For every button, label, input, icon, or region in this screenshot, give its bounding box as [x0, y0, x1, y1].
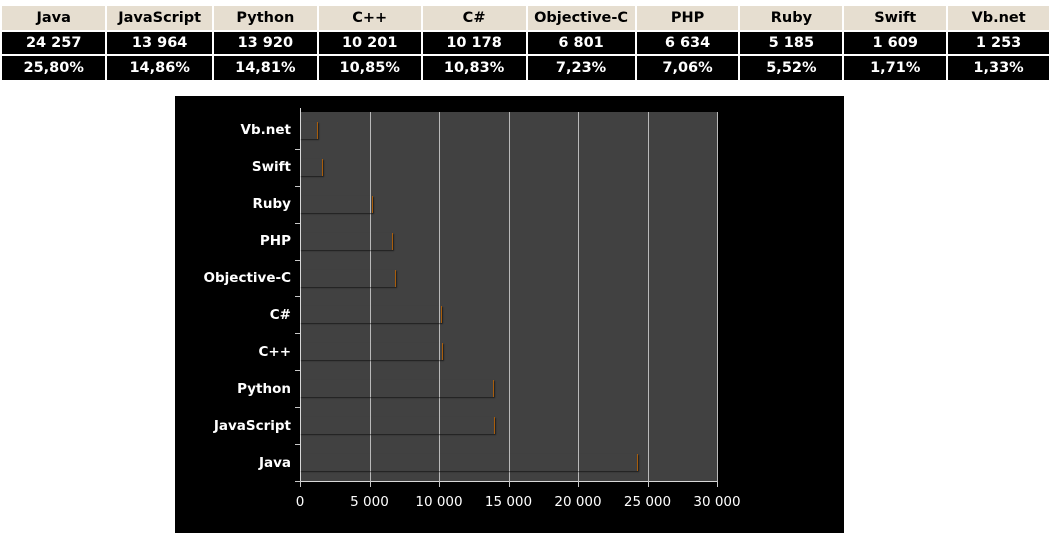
y-axis-category-label: JavaScript: [213, 417, 291, 434]
language-stats-table: Java JavaScript Python C++ C# Objective-…: [0, 3, 1051, 83]
y-axis-category-label: Swift: [251, 159, 291, 176]
bar-row: Swift: [252, 149, 717, 187]
y-axis-tick: [295, 370, 300, 372]
plot-area: Java JavaScript Python C++ C# Objective-C PHP R…: [204, 108, 741, 510]
table-count-row: 24 257 13 964 13 920 10 201 10 178 6 801…: [0, 30, 1051, 56]
bar[interactable]: [300, 417, 496, 435]
x-axis-tick: [578, 481, 579, 487]
x-axis-tick-label: 10 000: [415, 494, 463, 510]
table-header-row: Java JavaScript Python C++ C# Objective-…: [0, 3, 1051, 32]
bar[interactable]: [300, 454, 639, 472]
table-percent-cell: 1,33%: [946, 54, 1051, 83]
bar[interactable]: [300, 158, 324, 176]
table-header-cell: C++: [316, 3, 423, 32]
x-axis-tick: [439, 481, 440, 487]
bar-row: Vb.net: [241, 112, 717, 150]
table-count-cell: 10 178: [420, 30, 528, 56]
y-axis-tick: [295, 259, 300, 261]
x-axis-tick-label: 5 000: [350, 494, 389, 510]
x-axis-tick: [717, 481, 718, 487]
y-axis-tick: [295, 148, 300, 150]
y-axis-category-label: Vb.net: [240, 122, 291, 139]
table-header-cell: Python: [211, 3, 319, 32]
table-percent-cell: 25,80%: [0, 54, 108, 83]
table-percent-cell: 10,85%: [316, 54, 423, 83]
table-percent-cell: 10,83%: [420, 54, 528, 83]
x-axis-tick: [508, 481, 510, 487]
bar[interactable]: [300, 306, 443, 324]
table-count-cell: 1 609: [842, 30, 949, 56]
x-axis-tick: [300, 481, 301, 487]
table-percent-cell: 5,52%: [738, 54, 845, 83]
table-count-cell: 13 920: [211, 30, 319, 56]
table-count-cell: 5 185: [738, 30, 845, 56]
table-count-cell: 24 257: [0, 30, 108, 56]
table-count-cell: 6 801: [525, 30, 637, 56]
bar-row: PHP: [260, 223, 717, 261]
x-axis-tick-label: 25 000: [623, 494, 672, 510]
x-axis-tick-label: 0: [295, 494, 305, 510]
y-axis-category-label: C#: [269, 306, 291, 323]
x-axis-tick: [647, 481, 649, 487]
table-percent-cell: 7,23%: [525, 54, 637, 83]
table-header-cell: PHP: [634, 3, 741, 32]
table-header-cell: Objective-C: [525, 3, 637, 32]
table-count-cell: 1 253: [946, 30, 1051, 56]
bar-chart-panel: Java JavaScript Python C++ C# Objective-C PHP R…: [175, 96, 844, 533]
y-axis-category-label: Objective-C: [203, 270, 291, 287]
table-percent-cell: 7,06%: [634, 54, 741, 83]
y-axis-category-label: Python: [237, 380, 291, 397]
table-header-cell: C#: [420, 3, 528, 32]
table-percent-cell: 14,86%: [105, 54, 214, 83]
table-header-cell: Swift: [842, 3, 949, 32]
x-axis-tick-label: 30 000: [693, 494, 741, 510]
y-axis-tick: [295, 185, 300, 187]
y-axis-tick: [295, 222, 300, 224]
y-axis-tick: [295, 444, 300, 446]
bar-row: Java: [259, 444, 717, 482]
table-percent-row: 25,80% 14,86% 14,81% 10,85% 10,83% 7,23%…: [0, 54, 1051, 83]
table-header-cell: Ruby: [738, 3, 845, 32]
bar[interactable]: [300, 343, 443, 361]
x-axis-tick-label: 20 000: [554, 494, 602, 510]
table-header-cell: Vb.net: [946, 3, 1051, 32]
bar-row: JavaScript: [214, 407, 717, 446]
y-axis-tick: [295, 333, 300, 335]
bar-row: C++: [258, 333, 717, 372]
table-percent-cell: 1,71%: [842, 54, 949, 83]
table-percent-cell: 14,81%: [211, 54, 319, 83]
x-axis-tick: [369, 481, 371, 487]
table-header-cell: Java: [0, 3, 108, 32]
x-axis-tick-label: 15 000: [484, 494, 533, 510]
y-axis-category-label: Java: [258, 454, 291, 471]
bar[interactable]: [300, 232, 394, 250]
gridline: [717, 112, 718, 481]
table-count-cell: 13 964: [105, 30, 214, 56]
y-axis-category-label: PHP: [259, 233, 291, 250]
y-axis-tick: [295, 296, 300, 298]
table-count-cell: 10 201: [316, 30, 423, 56]
table-header-cell: JavaScript: [105, 3, 214, 32]
bar[interactable]: [300, 121, 319, 139]
bar-row: Objective-C: [204, 260, 717, 298]
bar-row: Ruby: [253, 186, 717, 224]
bar[interactable]: [300, 380, 495, 398]
y-axis-category-label: C++: [258, 343, 291, 360]
y-axis-tick: [295, 407, 300, 409]
bar[interactable]: [300, 269, 396, 287]
bar-row: Python: [237, 370, 717, 409]
bar-row: C#: [270, 297, 717, 335]
bar[interactable]: [300, 195, 374, 213]
table-count-cell: 6 634: [634, 30, 741, 56]
y-axis-category-label: Ruby: [252, 196, 291, 213]
